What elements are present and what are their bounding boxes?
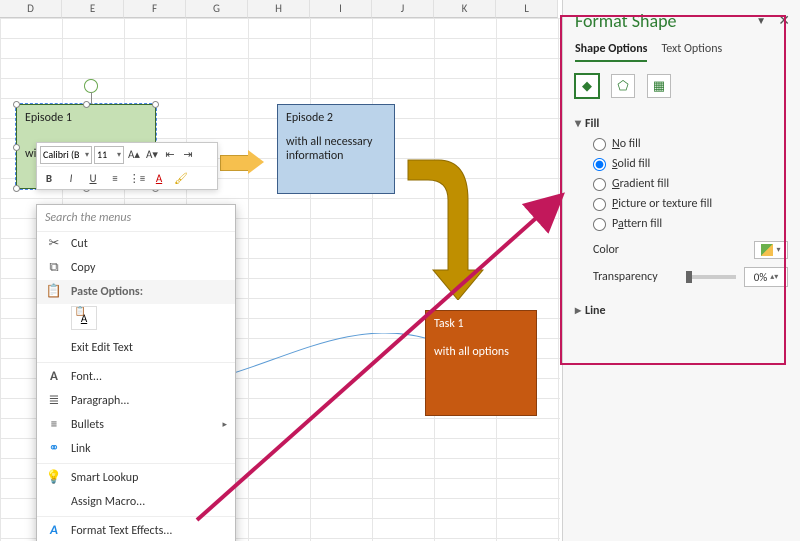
column-header-G[interactable]: G — [186, 0, 248, 18]
menu-bullets[interactable]: ≡Bullets▸ — [37, 413, 235, 437]
clipboard-icon: 📋 — [45, 284, 63, 300]
align-button[interactable]: ≡ — [107, 171, 123, 187]
italic-button[interactable]: I — [63, 171, 79, 187]
menu-assign-macro[interactable]: Assign Macro... — [37, 490, 235, 514]
shape-task-title: Task 1 — [434, 317, 528, 331]
lightbulb-icon: 💡 — [45, 470, 63, 486]
shape-ep2-body: with all necessary information — [286, 135, 386, 163]
menu-font[interactable]: AFont... — [37, 365, 235, 389]
bold-button[interactable]: B — [41, 171, 57, 187]
bullets-button[interactable]: ⋮≡ — [129, 171, 145, 187]
decrease-indent-icon[interactable]: ⇤ — [162, 147, 178, 163]
arrow-right-shape[interactable] — [220, 150, 264, 174]
copy-icon: ⧉ — [45, 260, 63, 276]
column-header-D[interactable]: D — [0, 0, 62, 18]
highlight-box — [560, 15, 786, 365]
menu-copy[interactable]: ⧉Copy — [37, 256, 235, 280]
worksheet-grid[interactable]: DEFGHIJKL Episode 1 wi Episode 2 with al… — [0, 0, 560, 541]
rotate-handle-icon[interactable] — [84, 79, 98, 93]
curved-arrow-shape[interactable] — [398, 150, 488, 300]
context-menu: Search the menus ✂Cut ⧉Copy 📋Paste Optio… — [36, 204, 236, 541]
shape-task-body: with all options — [434, 345, 528, 359]
shape-ep2-title: Episode 2 — [286, 111, 386, 125]
format-painter-icon[interactable]: 🖌 — [173, 171, 189, 187]
underline-button[interactable]: U — [85, 171, 101, 187]
increase-indent-icon[interactable]: ⇥ — [180, 147, 196, 163]
column-header-I[interactable]: I — [310, 0, 372, 18]
font-color-button[interactable]: A — [151, 171, 167, 187]
column-headers: DEFGHIJKL — [0, 0, 560, 18]
column-header-E[interactable]: E — [62, 0, 124, 18]
mini-toolbar: Calibri (B▾ 11▾ A▴ A▾ ⇤ ⇥ B I U ≡ ⋮≡ A 🖌 — [36, 142, 218, 190]
menu-exit-edit-text[interactable]: Exit Edit Text — [37, 336, 235, 360]
font-size-combo[interactable]: 11▾ — [94, 146, 124, 164]
shape-task1[interactable]: Task 1 with all options — [425, 310, 537, 416]
column-header-H[interactable]: H — [248, 0, 310, 18]
menu-paragraph[interactable]: ≣Paragraph... — [37, 389, 235, 413]
menu-search[interactable]: Search the menus — [37, 205, 235, 232]
font-name-combo[interactable]: Calibri (B▾ — [40, 146, 92, 164]
menu-smart-lookup[interactable]: 💡Smart Lookup — [37, 466, 235, 490]
decrease-font-icon[interactable]: A▾ — [144, 147, 160, 163]
increase-font-icon[interactable]: A▴ — [126, 147, 142, 163]
bullets-icon: ≡ — [45, 417, 63, 433]
scissors-icon: ✂ — [45, 236, 63, 252]
shape-episode2[interactable]: Episode 2 with all necessary information — [277, 104, 395, 194]
chevron-right-icon: ▸ — [222, 417, 227, 433]
column-header-F[interactable]: F — [124, 0, 186, 18]
menu-format-text-effects[interactable]: AFormat Text Effects... — [37, 519, 235, 541]
paragraph-icon: ≣ — [45, 393, 63, 409]
column-header-L[interactable]: L — [496, 0, 558, 18]
link-icon: ⚭ — [45, 441, 63, 457]
paste-keep-text-button[interactable]: 📋A — [71, 306, 97, 330]
text-effects-icon: A — [45, 523, 63, 539]
menu-link[interactable]: ⚭Link — [37, 437, 235, 461]
menu-cut[interactable]: ✂Cut — [37, 232, 235, 256]
column-header-K[interactable]: K — [434, 0, 496, 18]
shape-ep1-title: Episode 1 — [25, 111, 147, 125]
menu-paste-options-header: 📋Paste Options: — [37, 280, 235, 304]
font-icon: A — [45, 369, 63, 385]
column-header-J[interactable]: J — [372, 0, 434, 18]
